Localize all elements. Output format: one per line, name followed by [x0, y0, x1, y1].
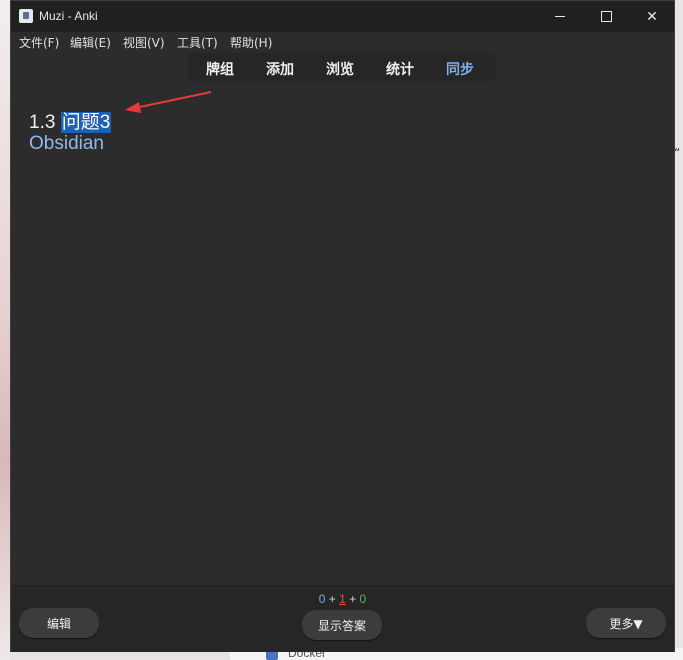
- toolbar-add[interactable]: 添加: [266, 59, 294, 79]
- more-button[interactable]: 更多▼: [586, 608, 666, 638]
- review-bottom-bar: 0 + 1 + 0 编辑 显示答案 更多▼: [11, 585, 674, 652]
- main-toolbar: 牌组 添加 浏览 统计 同步: [188, 53, 496, 81]
- minimize-button[interactable]: [537, 1, 583, 32]
- count-review: 0: [359, 592, 367, 606]
- annotation-arrow-icon: [125, 91, 212, 113]
- card-question-prefix: 1.3: [29, 112, 61, 133]
- title-bar[interactable]: Muzi - Anki ✕: [11, 1, 674, 32]
- menu-tools[interactable]: 工具(T): [177, 34, 218, 51]
- edit-button[interactable]: 编辑: [19, 608, 99, 638]
- count-new: 0: [318, 592, 326, 606]
- card-tag-line: Obsidian: [29, 133, 104, 154]
- menu-bar: 文件(F) 编辑(E) 视图(V) 工具(T) 帮助(H): [11, 32, 674, 52]
- menu-edit[interactable]: 编辑(E): [70, 34, 111, 51]
- menu-help[interactable]: 帮助(H): [230, 34, 272, 51]
- count-separator: +: [328, 592, 336, 606]
- card-review-area: 1.3 问题3 Obsidian: [11, 87, 674, 585]
- close-icon: ✕: [646, 8, 658, 25]
- toolbar-browse[interactable]: 浏览: [326, 59, 354, 79]
- show-answer-button[interactable]: 显示答案: [302, 610, 382, 640]
- window-title: Muzi - Anki: [39, 9, 98, 23]
- card-question: 1.3 问题3: [29, 107, 112, 134]
- maximize-button[interactable]: [583, 1, 629, 32]
- desktop-background: [0, 0, 10, 660]
- close-button[interactable]: ✕: [629, 1, 675, 32]
- anki-app-icon: [19, 9, 33, 23]
- minimize-icon: [555, 16, 565, 17]
- toolbar-stats[interactable]: 统计: [386, 59, 414, 79]
- count-separator: +: [349, 592, 357, 606]
- count-learning: 1: [339, 592, 346, 606]
- toolbar-decks[interactable]: 牌组: [206, 59, 234, 79]
- card-question-selected-text[interactable]: 问题3: [60, 112, 112, 133]
- menu-file[interactable]: 文件(F): [19, 34, 59, 51]
- maximize-icon: [600, 11, 612, 22]
- toolbar-sync[interactable]: 同步: [446, 59, 474, 79]
- anki-window: Muzi - Anki ✕ 文件(F) 编辑(E) 视图(V) 工具(T) 帮助…: [10, 0, 675, 652]
- menu-view[interactable]: 视图(V): [123, 34, 165, 51]
- due-counts: 0 + 1 + 0: [11, 592, 674, 606]
